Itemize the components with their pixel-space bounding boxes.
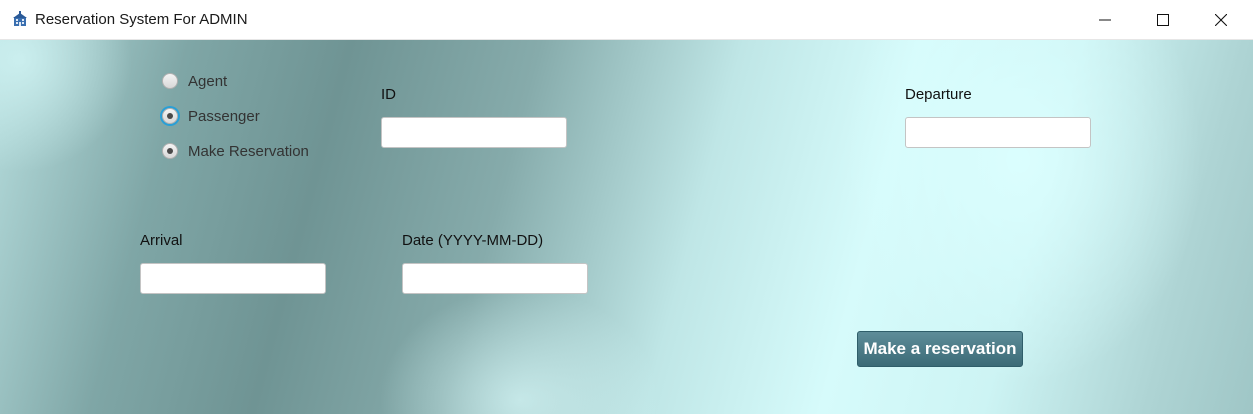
close-icon [1215, 13, 1227, 26]
make-reservation-button[interactable]: Make a reservation [857, 331, 1023, 367]
maximize-icon [1157, 13, 1169, 26]
radio-agent[interactable]: Agent [162, 70, 227, 92]
radio-passenger-button[interactable] [162, 108, 178, 124]
departure-label: Departure [905, 86, 972, 103]
id-label: ID [381, 86, 396, 103]
title-bar[interactable]: Reservation System For ADMIN [0, 0, 1253, 40]
minimize-icon [1099, 19, 1111, 20]
date-label: Date (YYYY-MM-DD) [402, 232, 544, 249]
date-field[interactable] [402, 263, 588, 294]
id-field[interactable] [381, 117, 567, 148]
minimize-button[interactable] [1076, 0, 1134, 39]
app-window: Reservation System For ADMIN Agent Passe… [0, 0, 1253, 414]
window-title: Reservation System For ADMIN [35, 11, 248, 28]
reservation-form: Agent Passenger Make Reservation ID Depa… [0, 40, 1253, 414]
radio-passenger[interactable]: Passenger [162, 105, 260, 127]
radio-make-reservation-label: Make Reservation [188, 142, 309, 160]
close-button[interactable] [1192, 0, 1250, 39]
departure-field[interactable] [905, 117, 1091, 148]
arrival-label: Arrival [140, 232, 183, 249]
radio-agent-button[interactable] [162, 73, 178, 89]
radio-make-reservation[interactable]: Make Reservation [162, 140, 309, 162]
radio-make-reservation-button[interactable] [162, 143, 178, 159]
radio-passenger-label: Passenger [188, 107, 260, 125]
arrival-field[interactable] [140, 263, 326, 294]
maximize-button[interactable] [1134, 0, 1192, 39]
radio-agent-label: Agent [188, 72, 228, 90]
building-icon [13, 11, 27, 26]
